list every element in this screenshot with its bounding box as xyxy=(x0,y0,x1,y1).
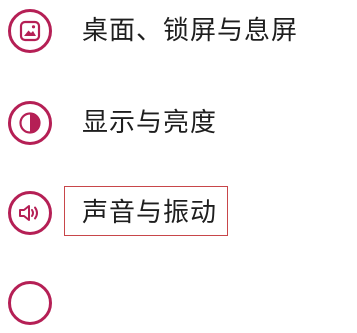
settings-item-label: 声音与振动 xyxy=(82,198,218,228)
wallpaper-icon xyxy=(8,9,52,53)
brightness-icon xyxy=(8,101,52,145)
settings-item-display-brightness[interactable]: 显示与亮度 xyxy=(0,93,357,153)
partial-icon xyxy=(8,281,52,325)
settings-item-sound-vibration[interactable]: 声音与振动 xyxy=(0,183,357,243)
settings-item-label: 桌面、锁屏与息屏 xyxy=(82,16,299,46)
settings-item-label: 显示与亮度 xyxy=(82,108,218,138)
speaker-icon xyxy=(8,191,52,235)
settings-item-partial[interactable] xyxy=(0,273,357,333)
settings-list: 桌面、锁屏与息屏 显示与亮度 声音与振动 xyxy=(0,0,357,325)
settings-item-desktop-lockscreen[interactable]: 桌面、锁屏与息屏 xyxy=(0,1,357,61)
